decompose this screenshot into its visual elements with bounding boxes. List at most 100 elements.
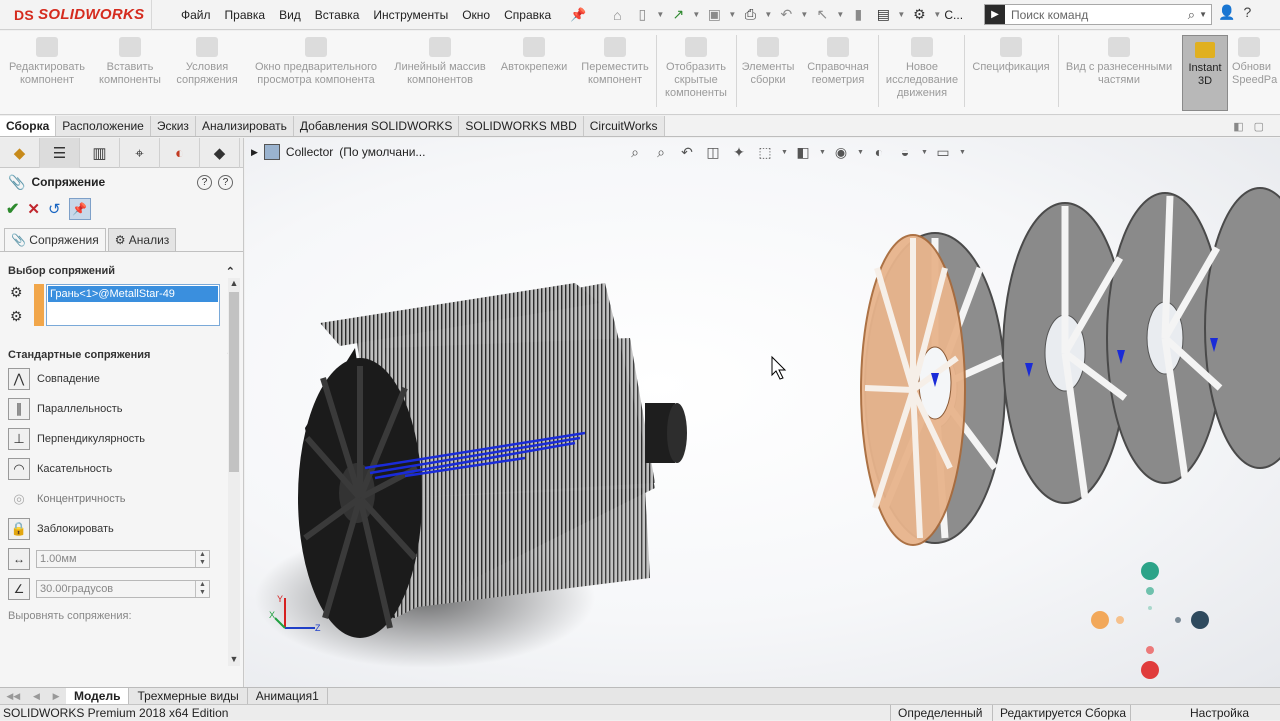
edit-component-button[interactable]: Редактировать компонент [4,37,90,87]
next-tab-icon[interactable]: ▶ [53,691,60,702]
preview-window-button[interactable]: Окно предварительного просмотра компонен… [248,37,384,87]
view-settings-dropdown-icon[interactable]: ▼ [959,149,966,156]
show-hidden-button[interactable]: Отобразить скрытые компоненты [660,37,732,100]
restore-icon[interactable]: ◧ [1233,120,1243,133]
tab-model[interactable]: Модель [66,688,130,704]
selected-entity[interactable]: Грань<1>@MetallStar-49 [48,286,218,302]
scroll-thumb[interactable] [229,292,239,472]
tab-evaluate[interactable]: Анализировать [195,116,294,136]
tree-config-name[interactable]: (По умолчани... [339,145,425,159]
menu-edit[interactable]: Правка [218,8,273,22]
save-icon[interactable]: ▣ [703,5,725,25]
section-view-icon[interactable]: ◫ [703,142,723,162]
view-orientation-icon[interactable]: ⬚ [755,142,775,162]
standard-mates-header[interactable]: Стандартные сопряжения ⌃ [8,346,235,364]
whats-wrong-icon[interactable]: ? [197,174,212,190]
display-style-icon[interactable]: ◧ [793,142,813,162]
maximize-icon[interactable]: ▢ [1254,120,1264,133]
select-dropdown-icon[interactable]: ▼ [836,10,844,19]
solidworks-logo[interactable]: DS SOLIDWORKS [0,0,152,30]
print-dropdown-icon[interactable]: ▼ [764,10,772,19]
search-dropdown-icon[interactable]: ▼ [1199,10,1207,19]
toolbar-overflow[interactable]: С... [944,8,963,22]
menu-help[interactable]: Справка [497,8,558,22]
pin-button[interactable]: 📌 [68,198,91,220]
command-search[interactable]: ▶ Поиск команд ⌕ ▼ [984,4,1212,25]
mate-parallel[interactable]: ∥ Параллельность [8,394,235,424]
file-properties-icon[interactable]: ▤ [872,5,894,25]
help-icon[interactable]: ? [218,174,233,190]
tab-assembly[interactable]: Сборка [0,116,57,136]
search-icon[interactable]: ⌕ [1188,7,1195,23]
undo-button[interactable]: ↺ [48,200,61,218]
expand-arrow-icon[interactable]: ▶ [251,147,258,158]
collapse-chevron-icon[interactable]: ⌃ [226,265,235,278]
help-icon[interactable]: ? [1243,4,1251,21]
apply-scene-icon[interactable]: ◒ [895,142,915,162]
status-settings[interactable]: Настройка [1190,706,1249,720]
view-settings-icon[interactable]: ▭ [933,142,953,162]
view-orientation-dropdown-icon[interactable]: ▼ [781,149,788,156]
new-document-icon[interactable]: ▯ [631,5,653,25]
tab-circuitworks[interactable]: CircuitWorks [583,116,665,136]
mate-concentric[interactable]: ◎ Концентричность [8,484,235,514]
dimxpert-tab-icon[interactable]: ⌖ [120,138,160,168]
zoom-to-area-icon[interactable]: ⌕ [651,142,671,162]
smart-fasteners-button[interactable]: Автокрепежи [496,37,572,74]
undo-icon[interactable]: ↶ [775,5,797,25]
menu-tools[interactable]: Инструменты [366,8,455,22]
mate-lock[interactable]: 🔒 Заблокировать [8,514,235,544]
scroll-up-icon[interactable]: ▲ [228,278,240,290]
menu-insert[interactable]: Вставка [308,8,367,22]
print-icon[interactable]: ⎙ [739,5,761,25]
tab-analysis[interactable]: ⚙ Анализ [107,228,177,251]
hide-show-dropdown-icon[interactable]: ▼ [857,149,864,156]
open-icon[interactable]: ↗ [667,5,689,25]
zoom-to-fit-icon[interactable]: ⌕ [625,142,645,162]
configuration-manager-tab-icon[interactable]: ▥ [80,138,120,168]
graphics-area[interactable]: ▶ Collector (По умолчани... ⌕ ⌕ ↶ ◫ ✦ ⬚ … [245,138,1280,687]
mate-perpendicular[interactable]: ⊥ Перпендикулярность [8,424,235,454]
hide-show-items-icon[interactable]: ◉ [831,142,851,162]
angle-icon[interactable]: ∠ [8,578,30,600]
feature-tree-tab-icon[interactable]: ◆ [0,138,40,168]
select-icon[interactable]: ↖ [811,5,833,25]
mate-selections-header[interactable]: Выбор сопряжений ⌃ [8,262,235,280]
pin-menu-icon[interactable]: 📌 [570,7,586,23]
properties-dropdown-icon[interactable]: ▼ [897,10,905,19]
tab-sketch[interactable]: Эскиз [150,116,196,136]
menu-window[interactable]: Окно [455,8,497,22]
linear-pattern-button[interactable]: Линейный массив компонентов [390,37,490,87]
open-dropdown-icon[interactable]: ▼ [692,10,700,19]
bom-button[interactable]: Спецификация [966,37,1056,74]
search-input[interactable]: Поиск команд [1011,8,1188,22]
angle-field[interactable]: 30.00градусов ▲ ▼ [36,580,210,598]
previous-view-icon[interactable]: ↶ [677,142,697,162]
scroll-down-icon[interactable]: ▼ [228,654,240,666]
instant3d-button[interactable]: Instant 3D [1182,35,1228,111]
exploded-stator-rings[interactable] [860,187,1280,546]
pm-scrollbar[interactable]: ▲ ▼ [228,278,240,666]
tab-layout[interactable]: Расположение [56,116,151,136]
distance-field[interactable]: 1.00мм ▲ ▼ [36,550,210,568]
selection-list[interactable]: Грань<1>@MetallStar-49 [46,284,220,326]
property-manager-tab-icon[interactable]: ☰ [40,138,80,168]
reference-geometry-button[interactable]: Справочная геометрия [802,37,874,87]
rebuild-icon[interactable]: ▮ [847,5,869,25]
feature-tree-flyout[interactable]: ▶ Collector (По умолчани... [251,144,425,160]
mate-tangent[interactable]: ◠ Касательность [8,454,235,484]
mate-coincident[interactable]: ⋀ Совпадение [8,364,235,394]
display-manager-tab-icon[interactable]: ◐ [160,138,200,168]
apply-scene-dropdown-icon[interactable]: ▼ [921,149,928,156]
mate-button[interactable]: Условия сопряжения [172,37,242,87]
display-style-dropdown-icon[interactable]: ▼ [819,149,826,156]
exploded-view-button[interactable]: Вид с разнесенными частями [1062,37,1176,87]
tab-mates[interactable]: 📎 Сопряжения [4,228,106,251]
tree-root-name[interactable]: Collector [286,145,333,159]
home-icon[interactable]: ⌂ [606,5,628,25]
undo-dropdown-icon[interactable]: ▼ [800,10,808,19]
user-icon[interactable]: 👤 [1218,4,1235,21]
save-dropdown-icon[interactable]: ▼ [728,10,736,19]
motion-study-button[interactable]: Новое исследование движения [882,37,962,100]
ok-button[interactable]: ✔ [6,199,19,219]
